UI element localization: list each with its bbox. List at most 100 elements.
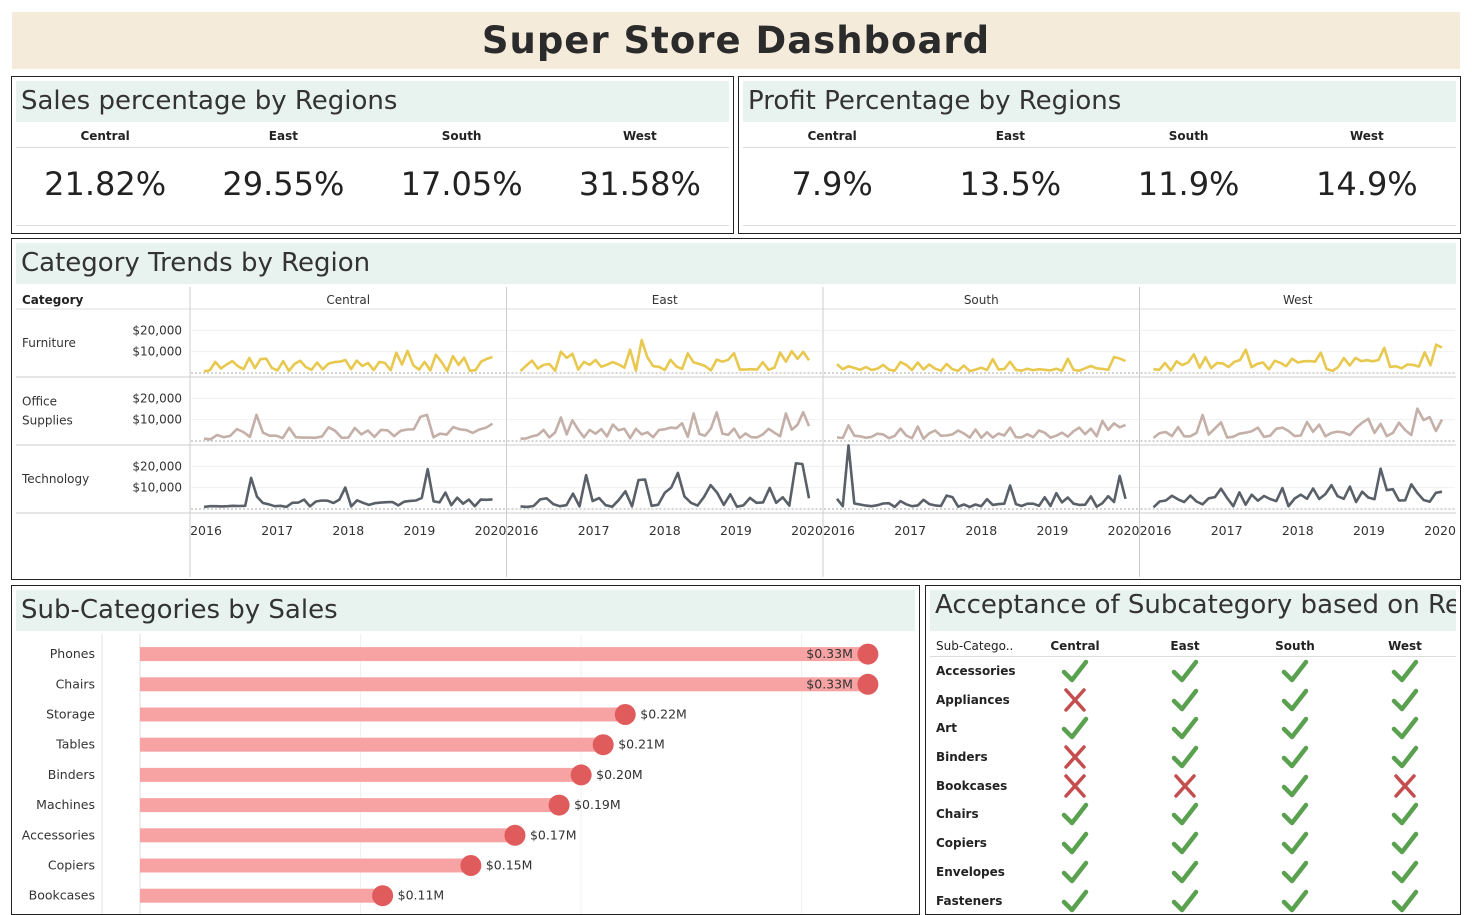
- trends-row-label-office-supplies: Office: [22, 395, 57, 409]
- trends-column-header-south: South: [964, 293, 999, 307]
- bar-value-label: $0.19M: [574, 797, 621, 812]
- check-icon: [1240, 743, 1350, 771]
- check-icon: [1130, 858, 1240, 886]
- trends-y-tick-label: $10,000: [132, 481, 182, 495]
- trend-line-office-supplies-west: [1154, 409, 1443, 438]
- sales-value-central: 21.82%: [16, 165, 194, 215]
- sales-percentage-panel: Sales percentage by Regions Central East…: [11, 76, 734, 234]
- bar-binders: [140, 768, 581, 782]
- acceptance-header-row: Sub-Catego.. Central East South West: [930, 636, 1456, 657]
- acceptance-table: Sub-Catego.. Central East South West Acc…: [930, 636, 1456, 915]
- sales-value-south: 17.05%: [373, 165, 551, 215]
- sales-value-west: 31.58%: [551, 165, 729, 215]
- profit-divider: [743, 225, 1456, 226]
- bar-copiers: [140, 859, 471, 873]
- bar-value-label: $0.33M: [806, 676, 853, 691]
- bar-storage: [140, 708, 625, 722]
- trends-x-tick-label: 2020: [1108, 523, 1140, 538]
- trends-x-tick-label: 2019: [1353, 523, 1385, 538]
- bar-value-label: $0.15M: [486, 858, 533, 873]
- trends-x-tick-label: 2019: [720, 523, 752, 538]
- bar-dot-machines: [549, 795, 570, 816]
- trends-x-tick-label: 2017: [894, 523, 926, 538]
- check-icon: [1240, 772, 1350, 800]
- trends-y-tick-label: $20,000: [132, 323, 182, 337]
- sales-values: 21.82% 29.55% 17.05% 31.58%: [16, 165, 729, 215]
- check-icon: [1130, 800, 1240, 828]
- trends-x-tick-label: 2016: [823, 523, 855, 538]
- bar-bookcases: [140, 889, 383, 903]
- bar-category-label: Storage: [46, 707, 95, 722]
- profit-region-west: West: [1278, 129, 1456, 147]
- trends-row-label-technology: Technology: [21, 472, 89, 486]
- cross-icon: [1350, 772, 1460, 800]
- sales-region-west: West: [551, 129, 729, 147]
- bar-category-label: Phones: [50, 646, 95, 661]
- profit-value-south: 11.9%: [1100, 165, 1278, 215]
- trends-y-tick-label: $20,000: [132, 391, 182, 405]
- subcat-panel-title: Sub-Categories by Sales: [16, 590, 915, 631]
- trends-x-tick-label: 2017: [1211, 523, 1243, 538]
- acceptance-row: Binders: [930, 743, 1456, 772]
- acceptance-subcategory-name: Fasteners: [936, 894, 1002, 908]
- trends-x-tick-label: 2016: [1140, 523, 1172, 538]
- bar-value-label: $0.22M: [640, 707, 687, 722]
- check-icon: [1350, 800, 1460, 828]
- bar-dot-chairs: [857, 674, 878, 695]
- check-icon: [1240, 829, 1350, 857]
- trend-line-office-supplies-south: [837, 421, 1126, 439]
- trends-x-tick-label: 2018: [1282, 523, 1314, 538]
- acceptance-subcategory-name: Bookcases: [936, 779, 1007, 793]
- profit-value-east: 13.5%: [921, 165, 1099, 215]
- bar-category-label: Accessories: [22, 827, 95, 842]
- trends-x-tick-label: 2020: [1424, 523, 1456, 538]
- acceptance-row: Copiers: [930, 829, 1456, 858]
- check-icon: [1130, 887, 1240, 915]
- bar-dot-storage: [615, 704, 636, 725]
- check-icon: [1020, 887, 1130, 915]
- trends-column-header-east: East: [652, 293, 678, 307]
- profit-values: 7.9% 13.5% 11.9% 14.9%: [743, 165, 1456, 215]
- cross-icon: [1020, 772, 1130, 800]
- check-icon: [1350, 829, 1460, 857]
- profit-value-west: 14.9%: [1278, 165, 1456, 215]
- profit-panel-title: Profit Percentage by Regions: [743, 81, 1456, 122]
- dashboard-title-bar: Super Store Dashboard: [12, 12, 1460, 69]
- acceptance-row: Chairs: [930, 800, 1456, 829]
- check-icon: [1350, 657, 1460, 685]
- dashboard-title: Super Store Dashboard: [482, 19, 990, 62]
- check-icon: [1130, 686, 1240, 714]
- bar-category-label: Machines: [36, 797, 95, 812]
- cross-icon: [1130, 772, 1240, 800]
- bar-dot-accessories: [504, 825, 525, 846]
- acceptance-row: Accessories: [930, 657, 1456, 686]
- check-icon: [1240, 887, 1350, 915]
- bar-category-label: Binders: [48, 767, 95, 782]
- acceptance-subcategory-name: Art: [936, 721, 957, 735]
- trends-x-tick-label: 2020: [791, 523, 823, 538]
- bar-category-label: Chairs: [56, 676, 95, 691]
- bar-tables: [140, 738, 603, 752]
- trend-line-technology-south: [837, 445, 1126, 507]
- profit-region-central: Central: [743, 129, 921, 147]
- trend-line-furniture-east: [521, 340, 810, 371]
- subcategory-sales-chart: Phones$0.33MChairs$0.33MStorage$0.22MTab…: [12, 634, 918, 914]
- bar-dot-phones: [857, 644, 878, 665]
- acceptance-subcategory-name: Accessories: [936, 664, 1016, 678]
- check-icon: [1020, 657, 1130, 685]
- acceptance-row: Fasteners: [930, 887, 1456, 915]
- trends-y-tick-label: $10,000: [132, 345, 182, 359]
- trend-line-office-supplies-east: [521, 412, 810, 439]
- bar-category-label: Tables: [55, 737, 95, 752]
- trends-x-tick-label: 2019: [403, 523, 435, 538]
- trends-x-tick-label: 2016: [507, 523, 539, 538]
- check-icon: [1130, 829, 1240, 857]
- cross-icon: [1020, 686, 1130, 714]
- acceptance-header-south: South: [1240, 639, 1350, 653]
- profit-region-south: South: [1100, 129, 1278, 147]
- check-icon: [1240, 858, 1350, 886]
- trend-line-furniture-central: [204, 351, 493, 372]
- acceptance-subcategory-name: Copiers: [936, 836, 987, 850]
- check-icon: [1020, 800, 1130, 828]
- acceptance-subcategory-name: Appliances: [936, 693, 1010, 707]
